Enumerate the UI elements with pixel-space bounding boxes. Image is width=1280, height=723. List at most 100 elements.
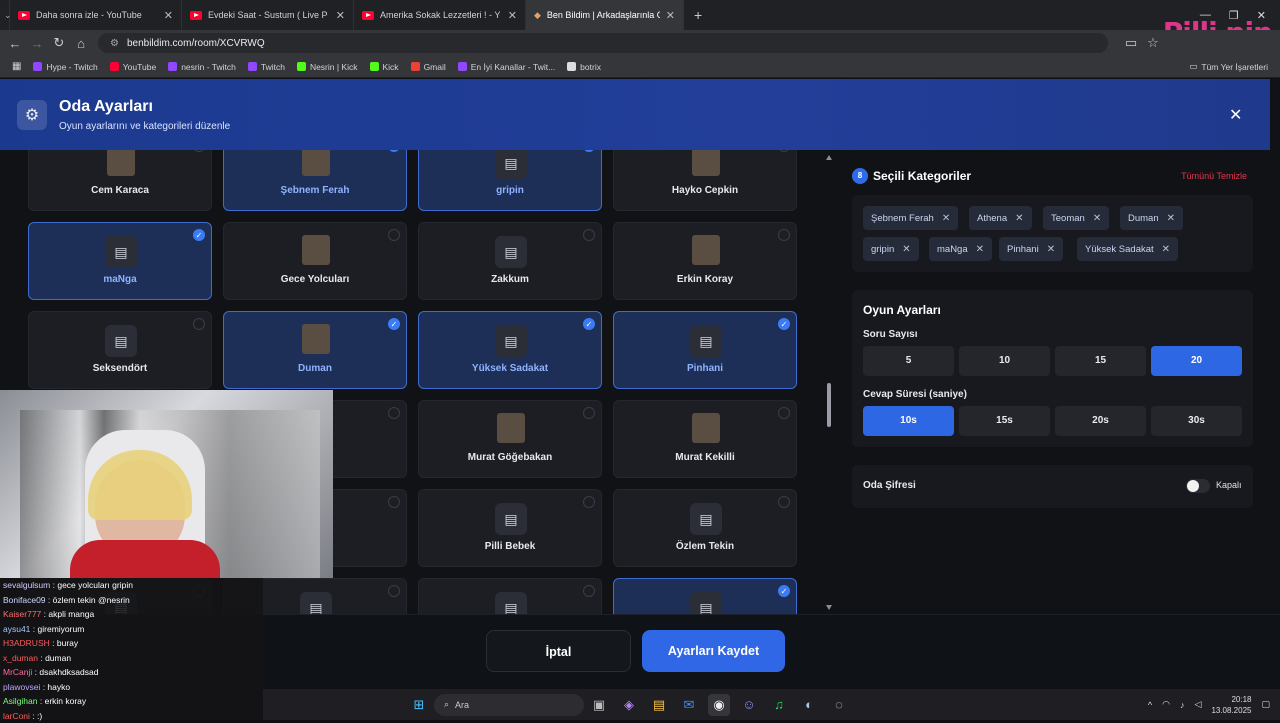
category-check-icon[interactable] xyxy=(388,496,400,508)
bookmark-item[interactable]: Gmail xyxy=(405,62,452,72)
bookmark-item[interactable]: En İyi Kanallar - Twit... xyxy=(452,62,561,72)
chrome-icon[interactable]: ◉ xyxy=(708,694,730,716)
category-check-icon[interactable] xyxy=(778,150,790,152)
category-check-icon[interactable] xyxy=(583,229,595,241)
category-card[interactable]: ▤Zakkum xyxy=(418,222,602,300)
tab-close-icon[interactable]: ✕ xyxy=(336,9,345,22)
spotify-icon[interactable]: ♫ xyxy=(768,694,790,716)
category-check-icon[interactable] xyxy=(388,407,400,419)
steam-icon[interactable]: ◐ xyxy=(798,694,820,716)
room-password-toggle[interactable] xyxy=(1186,479,1210,493)
category-card[interactable]: ▤✓Yüksek Sadakat xyxy=(418,311,602,389)
category-card[interactable]: Murat Kekilli xyxy=(613,400,797,478)
question-count-option[interactable]: 10 xyxy=(959,346,1050,376)
category-card[interactable]: ✓Duman xyxy=(223,311,407,389)
start-icon[interactable]: ⊞ xyxy=(408,694,430,716)
scroll-up-arrow[interactable] xyxy=(826,155,832,160)
save-settings-button[interactable]: Ayarları Kaydet xyxy=(642,630,785,672)
bookmark-item[interactable]: Hype - Twitch xyxy=(27,62,103,72)
category-check-icon[interactable] xyxy=(583,407,595,419)
tray-chevron-icon[interactable]: ^ xyxy=(1148,700,1152,710)
back-icon[interactable]: ← xyxy=(4,36,26,51)
browser-tab[interactable]: Daha sonra izle - YouTube✕ xyxy=(10,0,182,30)
answer-time-option[interactable]: 10s xyxy=(863,406,954,436)
category-check-icon[interactable] xyxy=(388,585,400,597)
category-check-icon[interactable] xyxy=(193,150,205,152)
category-card[interactable]: Erkin Koray xyxy=(613,222,797,300)
category-card[interactable]: Gece Yolcuları xyxy=(223,222,407,300)
category-scrollbar[interactable] xyxy=(826,155,832,610)
copilot-icon[interactable]: ◈ xyxy=(618,694,640,716)
question-count-option[interactable]: 20 xyxy=(1151,346,1242,376)
clear-all-button[interactable]: Tümünü Temizle xyxy=(1181,171,1247,181)
home-icon[interactable]: ⌂ xyxy=(70,36,92,51)
clock[interactable]: 20:18 13.08.2025 xyxy=(1211,694,1251,716)
bookmark-item[interactable]: YouTube xyxy=(104,62,162,72)
category-check-icon[interactable] xyxy=(388,229,400,241)
volume-icon[interactable]: ◁ xyxy=(1195,699,1202,710)
category-check-icon[interactable] xyxy=(583,496,595,508)
tab-list-button[interactable]: ⌄ xyxy=(0,0,10,30)
answer-time-option[interactable]: 15s xyxy=(959,406,1050,436)
category-check-icon[interactable] xyxy=(778,496,790,508)
url-field[interactable]: ⚙ benbildim.com/room/XCVRWQ xyxy=(98,33,1108,53)
chip-remove-icon[interactable]: ✕ xyxy=(1093,213,1101,224)
category-check-icon[interactable] xyxy=(778,407,790,419)
taskbar-search[interactable]: ⌕ Ara xyxy=(434,694,584,716)
browser-tab[interactable]: ◆Ben Bildim | Arkadaşlarınla Onl✕ xyxy=(526,0,684,30)
apps-icon[interactable]: ▦ xyxy=(6,61,27,72)
chip-remove-icon[interactable]: ✕ xyxy=(1047,244,1055,255)
category-check-icon[interactable]: ✓ xyxy=(193,229,205,241)
bookmark-item[interactable]: botrix xyxy=(561,62,607,72)
chip-remove-icon[interactable]: ✕ xyxy=(942,213,950,224)
scroll-down-arrow[interactable] xyxy=(826,605,832,610)
category-card[interactable]: ▤✓Pinhani xyxy=(613,311,797,389)
category-check-icon[interactable] xyxy=(193,318,205,330)
category-card[interactable]: ▤Pilli Bebek xyxy=(418,489,602,567)
category-check-icon[interactable]: ✓ xyxy=(778,318,790,330)
notifications-icon[interactable]: ▢ xyxy=(1261,699,1270,710)
cast-icon[interactable]: ▭ xyxy=(1120,35,1142,51)
category-card[interactable]: Cem Karaca xyxy=(28,150,212,211)
category-card[interactable]: ▤Özlem Tekin xyxy=(613,489,797,567)
category-check-icon[interactable]: ✓ xyxy=(583,150,595,152)
file-explorer-icon[interactable]: ▤ xyxy=(648,694,670,716)
category-check-icon[interactable]: ✓ xyxy=(388,150,400,152)
all-bookmarks[interactable]: ▭ Tüm Yer İşaretleri xyxy=(1183,61,1274,72)
chip-remove-icon[interactable]: ✕ xyxy=(902,244,910,255)
answer-time-option[interactable]: 30s xyxy=(1151,406,1242,436)
obs-icon[interactable]: ◌ xyxy=(828,694,850,716)
category-check-icon[interactable] xyxy=(583,585,595,597)
category-check-icon[interactable]: ✓ xyxy=(778,585,790,597)
question-count-option[interactable]: 15 xyxy=(1055,346,1146,376)
tab-close-icon[interactable]: ✕ xyxy=(164,9,173,22)
category-card[interactable]: ▤✓gripin xyxy=(418,150,602,211)
question-count-option[interactable]: 5 xyxy=(863,346,954,376)
bookmark-star-icon[interactable]: ☆ xyxy=(1142,35,1164,51)
mic-icon[interactable]: ♪ xyxy=(1180,700,1185,710)
outlook-icon[interactable]: ✉ xyxy=(678,694,700,716)
category-check-icon[interactable] xyxy=(778,229,790,241)
bookmark-item[interactable]: Kick xyxy=(364,62,405,72)
category-check-icon[interactable]: ✓ xyxy=(388,318,400,330)
tab-close-icon[interactable]: ✕ xyxy=(666,9,675,22)
cancel-button[interactable]: İptal xyxy=(486,630,631,672)
category-card[interactable]: Hayko Cepkin xyxy=(613,150,797,211)
bookmark-item[interactable]: nesrin - Twitch xyxy=(162,62,242,72)
chip-remove-icon[interactable]: ✕ xyxy=(1162,244,1170,255)
answer-time-option[interactable]: 20s xyxy=(1055,406,1146,436)
discord-icon[interactable]: ☺ xyxy=(738,694,760,716)
bookmark-item[interactable]: Nesrin | Kick xyxy=(291,62,364,72)
browser-tab[interactable]: Amerika Sokak Lezzetleri ! - Yo✕ xyxy=(354,0,526,30)
reload-icon[interactable]: ↻ xyxy=(48,35,70,51)
category-card[interactable]: ✓Şebnem Ferah xyxy=(223,150,407,211)
category-card[interactable]: Murat Göğebakan xyxy=(418,400,602,478)
forward-icon[interactable]: → xyxy=(26,36,48,51)
chip-remove-icon[interactable]: ✕ xyxy=(1015,213,1023,224)
category-card[interactable]: ▤✓maNga xyxy=(28,222,212,300)
network-icon[interactable]: ◠ xyxy=(1162,699,1170,710)
category-card[interactable]: ▤Seksendört xyxy=(28,311,212,389)
tab-close-icon[interactable]: ✕ xyxy=(508,9,517,22)
site-info-icon[interactable]: ⚙ xyxy=(110,38,119,49)
new-tab-button[interactable]: + xyxy=(684,7,712,23)
